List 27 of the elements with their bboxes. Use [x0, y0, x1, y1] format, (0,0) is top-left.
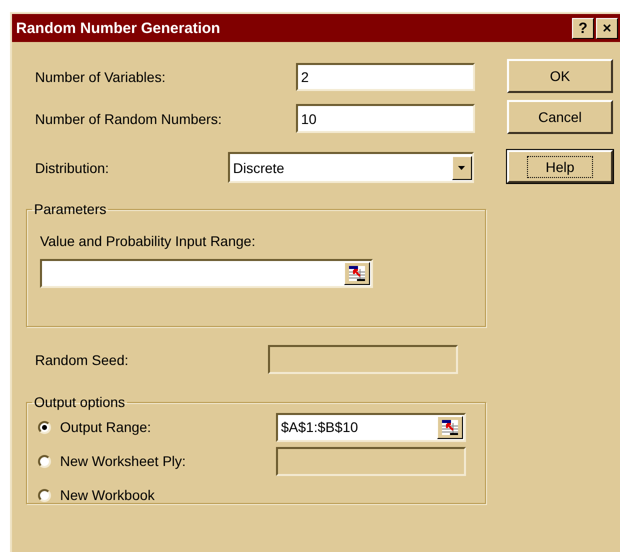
dropdown-arrow-icon [458, 166, 466, 170]
range-field[interactable] [40, 259, 373, 288]
help-button[interactable]: ? [572, 18, 594, 38]
dialog-button[interactable]: OK [507, 59, 613, 93]
radio-dot[interactable] [38, 420, 51, 434]
field-label: Number of Variables: [34, 69, 166, 85]
window-title: Random Number Generation [16, 20, 222, 36]
range-picker-icon [348, 265, 366, 282]
range-picker-button[interactable] [437, 416, 463, 438]
radio-option[interactable]: New Workbook [38, 487, 276, 503]
range-picker-button[interactable] [344, 262, 370, 285]
number-field[interactable]: 2 [296, 63, 475, 91]
close-button[interactable]: × [596, 18, 618, 38]
field-label: Number of Random Numbers: [34, 110, 223, 126]
field-label: Random Seed: [34, 352, 130, 368]
dialog-button[interactable]: Help [507, 150, 613, 183]
range-picker-icon [441, 418, 459, 436]
field-label: Distribution: [34, 160, 110, 176]
number-field[interactable]: 10 [296, 104, 475, 133]
range-field[interactable]: $A$1:$B$10 [276, 412, 466, 442]
group-title: Output options [33, 394, 126, 410]
distribution-dropdown[interactable]: Discrete [228, 152, 474, 183]
radio-option[interactable]: Output Range: [38, 419, 276, 435]
dialog-button[interactable]: Cancel [507, 100, 613, 134]
radio-dot[interactable] [38, 488, 51, 502]
group-title: Parameters [33, 201, 108, 217]
field-label: Value and Probability Input Range: [40, 233, 256, 249]
